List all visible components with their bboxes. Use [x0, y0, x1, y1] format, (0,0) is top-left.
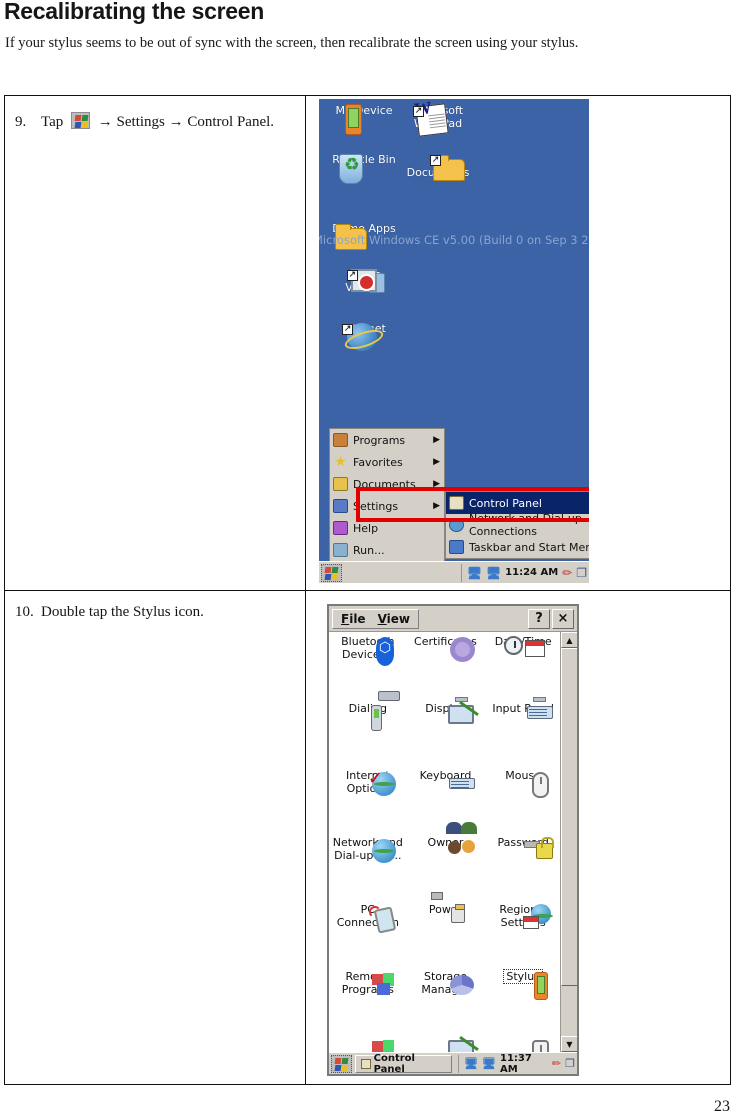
scroll-up-button[interactable]: ▲ — [561, 632, 577, 648]
cp-item-stylus[interactable]: Stylus — [484, 969, 562, 1038]
desktop-icon-my-device[interactable]: My Device — [327, 104, 401, 135]
control-panel-content: Bluetooth Device ... Certificates Date/T… — [329, 632, 577, 1052]
cp-item-dialing[interactable]: Dialing — [329, 691, 407, 770]
start-menu-item-label: Run... — [353, 543, 385, 557]
windows-start-icon[interactable] — [331, 1054, 352, 1073]
scroll-down-button[interactable]: ▼ — [561, 1036, 577, 1052]
cp-item-pc-connection[interactable]: PC Connection — [329, 903, 407, 971]
page-title: Recalibrating the screen — [4, 0, 264, 24]
start-menu-item-programs[interactable]: Programs ▶ — [330, 429, 444, 451]
submenu-item-label: Taskbar and Start Menu... — [469, 540, 589, 554]
documents-icon — [333, 477, 348, 491]
settings-icon — [333, 499, 348, 513]
cp-item-internet-options[interactable]: ✓ Internet Options — [329, 769, 407, 837]
desktop-taskbar[interactable]: 🖥 🖥 11:24 AM ✏ ❐ — [319, 561, 589, 583]
scrollbar-thumb[interactable] — [561, 648, 577, 986]
steps-table: 9. Tap → Settings → Control Panel. My De… — [4, 95, 731, 1085]
control-panel-menubar[interactable]: FFileile View — [332, 608, 419, 629]
network-icon[interactable]: 🖥 — [486, 566, 501, 580]
cp-item-partial-row — [407, 1035, 485, 1052]
cp-item-label: Remove Programs — [341, 970, 394, 996]
cp-item-label: Mouse — [505, 769, 541, 782]
desktop-switch-icon[interactable]: ❐ — [565, 1057, 575, 1070]
cp-item-power[interactable]: Power — [407, 892, 485, 971]
taskbar-icon — [449, 540, 464, 554]
desktop-icon-my-documents[interactable]: ↗ My Documents — [401, 153, 475, 181]
cp-item-label: Power — [428, 903, 463, 916]
start-menu-item-run[interactable]: Run... — [330, 539, 444, 561]
taskbar-task-button[interactable]: Control Panel — [355, 1052, 453, 1075]
network-icon[interactable]: 🖥 — [482, 1057, 496, 1070]
stylus-pen-icon[interactable]: ✏ — [562, 566, 572, 580]
step-10-number: 10. — [15, 604, 34, 620]
cp-item-password[interactable]: Password — [484, 836, 562, 904]
step-9-number: 9. — [15, 114, 27, 130]
step-10-label: Double tap the Stylus icon. — [41, 604, 204, 620]
cp-item-remove-programs[interactable]: Remove Programs — [329, 970, 407, 1038]
windows-ce-desktop-screenshot: My Device ↗ Microsoft WordPad Recycle Bi… — [319, 99, 589, 583]
cp-item-date-time[interactable]: Date/Time — [484, 635, 562, 703]
windows-start-icon[interactable] — [321, 563, 342, 582]
network-connection-icon[interactable]: 🖥 — [464, 1057, 478, 1070]
cp-item-input-panel[interactable]: Input Panel — [484, 697, 562, 770]
start-menu-item-label: Favorites — [353, 455, 403, 469]
system-tray[interactable]: 🖥 🖥 11:24 AM ✏ ❐ — [460, 563, 587, 582]
help-button[interactable]: ? — [528, 608, 550, 629]
help-book-icon — [333, 521, 348, 535]
windows-start-icon — [71, 112, 91, 129]
desktop-icon-image-viewer[interactable]: ↗ Image Viewer — [327, 268, 401, 294]
menu-view[interactable]: View — [378, 612, 410, 626]
programs-icon — [333, 433, 348, 447]
network-connection-icon[interactable]: 🖥 — [467, 566, 482, 580]
desktop-icon-internet[interactable]: ↗ Internet — [327, 322, 401, 351]
favorites-star-icon: ★ — [334, 454, 347, 470]
taskbar-task-label: Control Panel — [373, 1052, 415, 1075]
os-version-watermark: Microsoft Windows CE v5.00 (Build 0 on S… — [319, 233, 589, 247]
close-button[interactable]: × — [552, 608, 574, 629]
table-row-divider — [5, 590, 730, 592]
step-10-text: 10. Double tap the Stylus icon. — [15, 604, 204, 621]
control-panel-icon-grid: Bluetooth Device ... Certificates Date/T… — [329, 632, 562, 1052]
chevron-right-icon: ▶ — [433, 435, 440, 445]
cp-item-mouse[interactable]: Mouse — [484, 769, 562, 837]
cp-item-partial-row — [329, 1038, 407, 1052]
desktop-switch-icon[interactable]: ❐ — [576, 566, 587, 580]
stylus-pen-icon[interactable]: ✏ — [552, 1057, 561, 1070]
cp-item-network-dialup[interactable]: Network and Dial-up Co... — [329, 836, 407, 904]
start-menu-item-favorites[interactable]: ★ Favorites ▶ — [330, 451, 444, 473]
desktop-icon-label: My Device — [335, 104, 393, 117]
system-tray[interactable]: 🖥 🖥 11:37 AM ✏ ❐ — [458, 1052, 575, 1075]
cp-item-label: Date/Time — [494, 635, 552, 648]
taskbar-clock: 11:37 AM — [500, 1052, 532, 1075]
cp-item-owner[interactable]: Owner — [407, 822, 485, 904]
step-9-text-after: → Settings → Control Panel. — [97, 114, 275, 130]
cp-item-certificates[interactable]: Certificates — [407, 635, 485, 703]
control-panel-titlebar: FFileile View ? × — [329, 606, 577, 632]
control-panel-icon — [361, 1058, 371, 1069]
cp-item-storage-manager[interactable]: Storage Manager — [407, 970, 485, 1038]
menu-file[interactable]: FFileile — [341, 612, 366, 626]
page-number: 23 — [714, 1098, 730, 1115]
cp-item-regional-settings[interactable]: Regional Settings — [484, 903, 562, 971]
step-9-text: 9. Tap → Settings → Control Panel. — [15, 112, 274, 131]
desktop-icon-wordpad[interactable]: ↗ Microsoft WordPad — [401, 103, 475, 137]
cp-item-label: Dialing — [348, 702, 387, 715]
start-menu-item-label: Programs — [353, 433, 406, 447]
cp-item-display[interactable]: Display — [407, 697, 485, 770]
step-9-text-before: Tap — [41, 114, 64, 130]
cp-item-label: Bluetooth Device ... — [341, 635, 395, 661]
control-panel-taskbar[interactable]: Control Panel 🖥 🖥 11:37 AM ✏ ❐ — [329, 1052, 577, 1074]
desktop-icon-recycle-bin[interactable]: Recycle Bin — [327, 153, 401, 184]
run-icon — [333, 543, 348, 557]
taskbar-clock: 11:24 AM — [505, 567, 559, 578]
start-menu-item-label: Help — [353, 521, 379, 535]
vertical-scrollbar[interactable]: ▲ ▼ — [560, 632, 577, 1052]
control-panel-screenshot: FFileile View ? × Bluetooth Device ... C… — [327, 604, 579, 1076]
chevron-right-icon: ▶ — [433, 457, 440, 467]
submenu-item-taskbar-start-menu[interactable]: Taskbar and Start Menu... — [446, 536, 589, 558]
document-page: Recalibrating the screen If your stylus … — [0, 0, 736, 1118]
intro-paragraph: If your stylus seems to be out of sync w… — [5, 35, 579, 51]
cp-item-partial-row — [484, 1038, 562, 1052]
highlight-rectangle-control-panel — [356, 487, 589, 522]
